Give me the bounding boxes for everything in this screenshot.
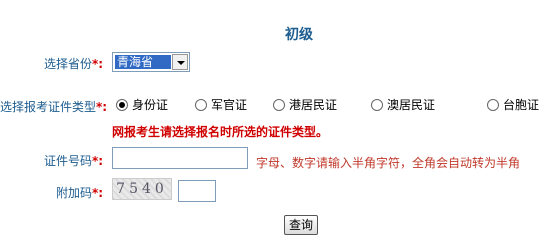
radio-label-officer-card: 军官证 — [211, 98, 248, 112]
radio-label-macau-permit: 澳居民证 — [387, 98, 436, 112]
id-number-label-row: 证件号码*: — [44, 152, 103, 169]
page-title: 初级 — [285, 27, 313, 43]
chevron-down-icon[interactable] — [172, 54, 188, 70]
radio-button[interactable] — [273, 99, 285, 111]
id-type-warning: 网报考生请选择报名时所选的证件类型。 — [112, 125, 329, 139]
id-number-input[interactable] — [112, 147, 248, 169]
radio-button[interactable] — [371, 99, 383, 111]
id-number-label: 证件号码 — [44, 154, 93, 168]
captcha-label: 附加码 — [56, 186, 93, 200]
radio-officer-card[interactable]: 军官证 — [195, 96, 247, 113]
captcha-required-mark: *: — [92, 186, 104, 200]
id-type-label-row: 选择报考证件类型*: — [0, 98, 107, 115]
radio-button[interactable] — [487, 99, 499, 111]
id-number-required-mark: *: — [92, 154, 104, 168]
radio-macau-permit[interactable]: 澳居民证 — [371, 96, 435, 113]
province-select[interactable]: 青海省 — [112, 52, 190, 72]
radio-id-card[interactable]: 身份证 — [116, 96, 168, 113]
captcha-image[interactable]: 7540 — [112, 178, 172, 200]
radio-button[interactable] — [195, 99, 207, 111]
captcha-input[interactable] — [178, 180, 216, 202]
radio-label-hk-permit: 港居民证 — [289, 98, 338, 112]
id-type-label: 选择报考证件类型 — [0, 100, 97, 114]
id-number-hint: 字母、数字请输入半角字符，全角会自动转为半角 — [256, 156, 521, 170]
radio-hk-permit[interactable]: 港居民证 — [273, 96, 337, 113]
radio-label-id-card: 身份证 — [132, 98, 169, 112]
captcha-label-row: 附加码*: — [56, 184, 103, 201]
province-selected-value: 青海省 — [115, 55, 171, 69]
id-type-required-mark: *: — [96, 100, 108, 114]
province-label-row: 选择省份*: — [44, 55, 103, 72]
radio-button-selected[interactable] — [116, 99, 128, 111]
province-required-mark: *: — [92, 57, 104, 71]
radio-label-taiwan-permit: 台胞证 — [503, 98, 540, 112]
radio-taiwan-permit[interactable]: 台胞证 — [487, 96, 539, 113]
province-label: 选择省份 — [44, 57, 93, 71]
query-button[interactable]: 查询 — [284, 215, 318, 235]
